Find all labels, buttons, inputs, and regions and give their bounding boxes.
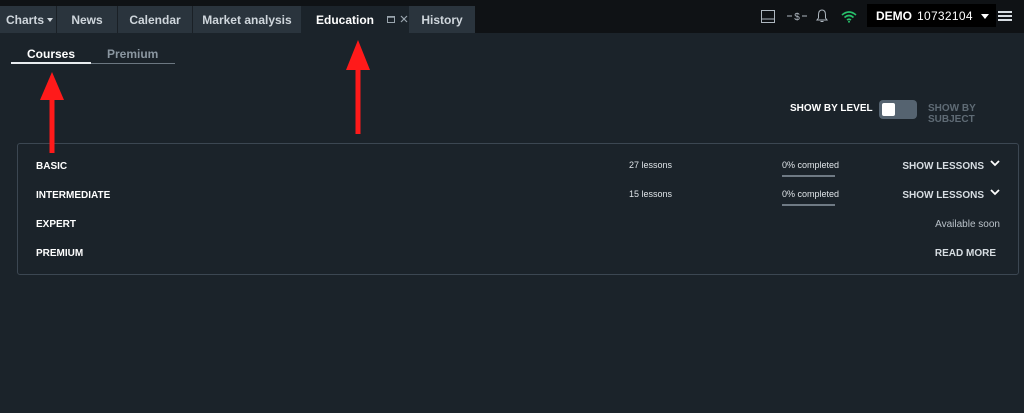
subtab-premium[interactable]: Premium [107,47,158,61]
chevron-down-icon [981,14,989,19]
bell-icon[interactable] [814,8,830,24]
progress-bar-intermediate [782,204,835,206]
tab-history[interactable]: History [409,6,475,33]
tab-charts[interactable]: Charts [0,6,56,33]
tab-education-label: Education [316,12,375,27]
svg-text:$: $ [794,12,800,22]
level-progress-text-intermediate: 0% completed [782,189,840,199]
annotation-arrow [40,72,64,153]
transfer-funds-icon[interactable]: $ [787,8,807,24]
show-by-subject-label[interactable]: SHOW BY SUBJECT [928,103,1024,125]
show-lessons-button-basic[interactable]: SHOW LESSONS [902,161,984,172]
level-subject-toggle[interactable] [879,100,917,119]
chevron-down-icon[interactable] [990,188,1000,196]
subtab-courses-underline [11,62,91,64]
tab-education[interactable]: Education [301,6,409,33]
toggle-knob [882,103,895,116]
tab-calendar-label: Calendar [129,12,181,27]
read-more-button[interactable]: READ MORE [935,248,996,259]
account-number: 10732104 [917,9,973,23]
level-lessons-basic: 27 lessons [629,160,673,170]
show-lessons-button-intermediate[interactable]: SHOW LESSONS [902,190,984,201]
tab-calendar[interactable]: Calendar [118,6,192,33]
chevron-down-icon [47,17,54,22]
level-name-premium: PREMIUM [36,248,84,259]
course-levels-panel [17,143,1019,275]
tab-news-label: News [71,12,103,27]
level-name-expert: EXPERT [36,219,77,230]
wifi-signal-icon [841,8,857,24]
availability-status-expert: Available soon [935,219,1000,230]
menu-icon[interactable] [996,8,1014,24]
subtab-premium-label: Premium [107,47,159,61]
tab-market-analysis[interactable]: Market analysis [193,6,301,33]
level-name-basic: BASIC [36,161,68,172]
level-lessons-intermediate: 15 lessons [629,189,673,199]
close-icon[interactable] [400,14,408,26]
subtab-courses-label: Courses [27,47,76,61]
chevron-down-icon[interactable] [990,159,1000,167]
annotation-arrow [346,40,370,134]
tab-news[interactable]: News [57,6,117,33]
account-selector[interactable]: DEMO 10732104 [867,4,996,27]
tab-charts-label: Charts [6,12,45,27]
subtab-premium-underline [91,63,175,64]
tab-market-analysis-label: Market analysis [202,12,292,27]
level-name-intermediate: INTERMEDIATE [36,190,111,201]
subtab-courses[interactable]: Courses [27,47,75,61]
tab-history-label: History [421,12,463,27]
top-navigation-bar: Charts News Calendar Market analysis Edu… [0,0,1024,33]
account-mode: DEMO [876,9,912,23]
level-progress-text-basic: 0% completed [782,160,840,170]
progress-bar-basic [782,175,835,177]
layout-icon[interactable] [760,8,776,24]
maximize-icon[interactable] [387,14,396,26]
show-by-level-label: SHOW BY LEVEL [790,103,873,114]
